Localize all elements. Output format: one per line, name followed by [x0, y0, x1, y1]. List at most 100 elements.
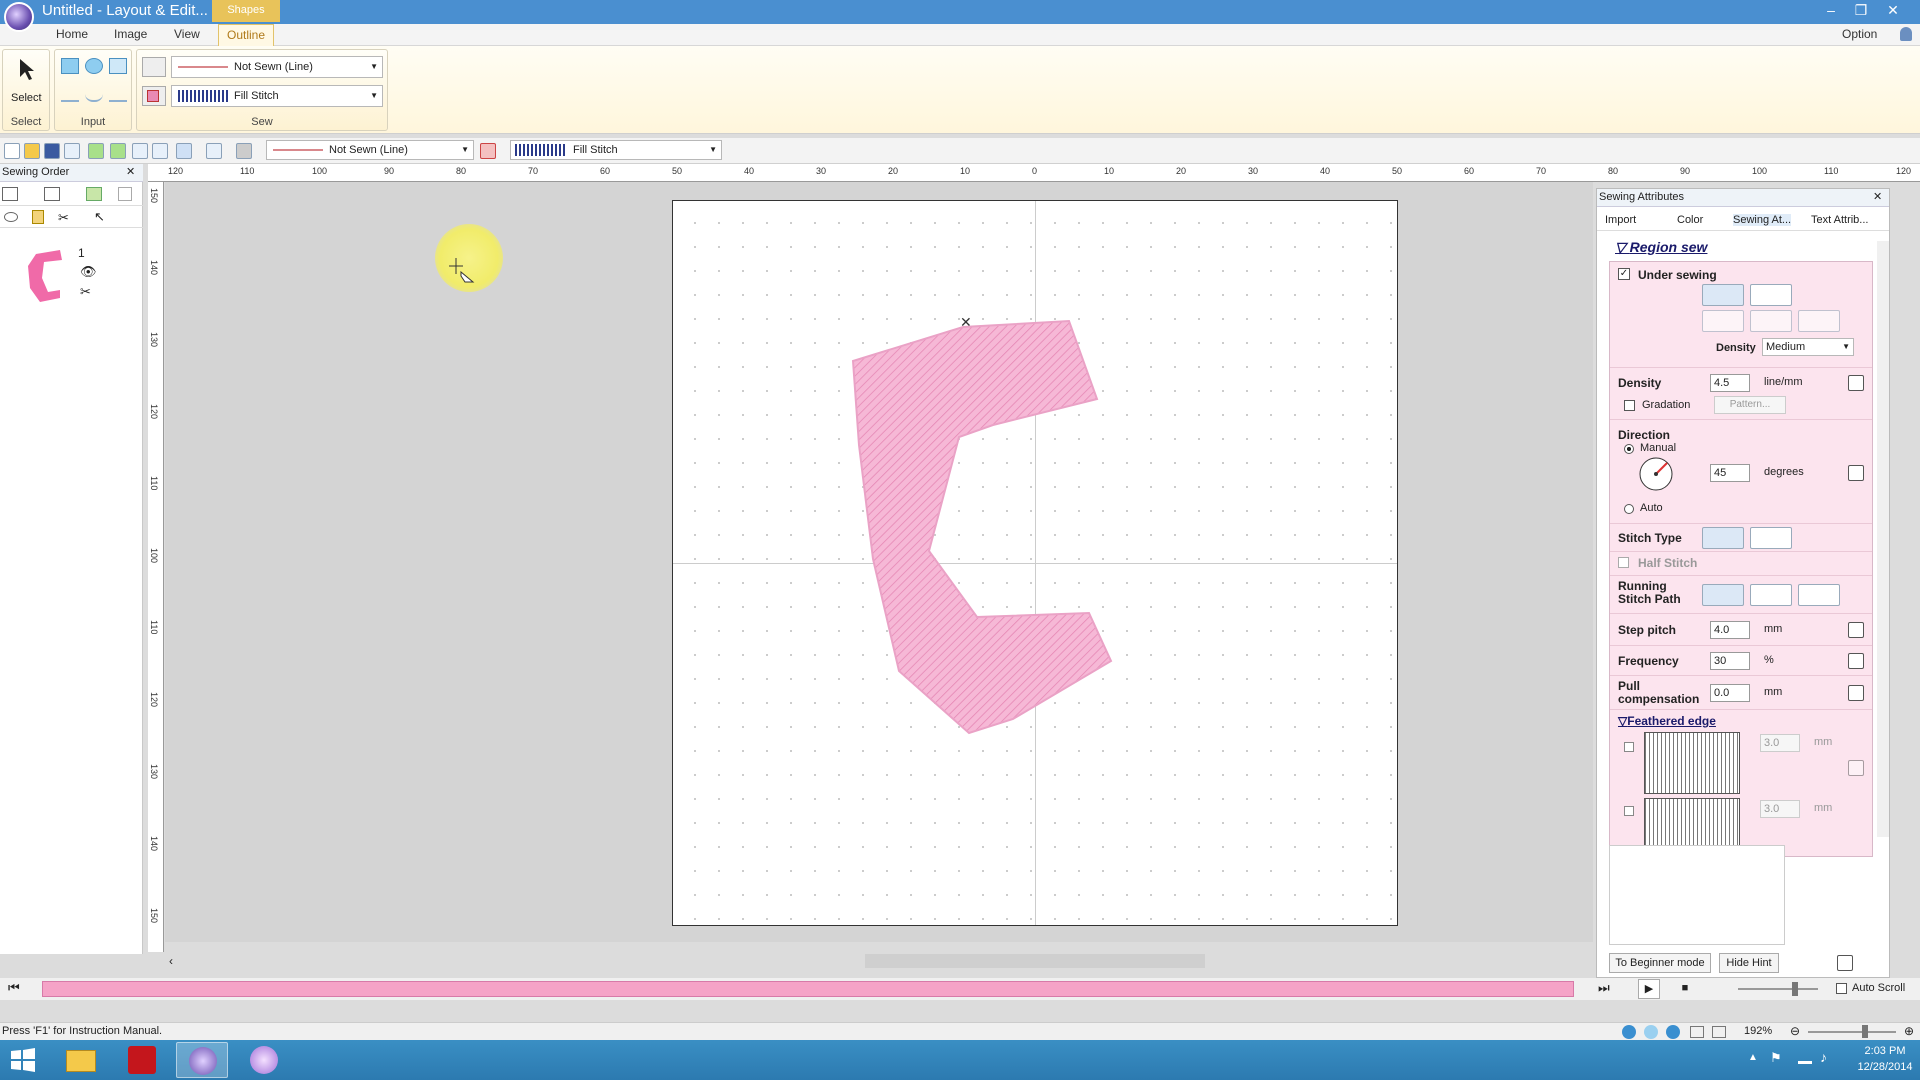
step-pitch-spinner[interactable]: 4.0 [1710, 621, 1750, 639]
shape-rectangle-icon[interactable] [61, 58, 79, 74]
home-default-icon[interactable] [1848, 375, 1864, 391]
speed-slider[interactable] [1738, 988, 1818, 990]
view-mode-2-icon[interactable] [1644, 1025, 1658, 1039]
play-icon[interactable]: ▶ [1638, 979, 1660, 999]
stitch-type-normal-button[interactable] [1702, 527, 1744, 549]
pointer-icon[interactable]: ↖ [94, 209, 105, 225]
undo-icon[interactable] [88, 143, 104, 159]
underlay-edge-button[interactable] [1702, 310, 1744, 332]
horizontal-scrollbar[interactable] [865, 954, 1205, 968]
underlay-density-dropdown[interactable]: Medium ▼ [1762, 338, 1854, 356]
half-stitch-checkbox[interactable] [1618, 557, 1629, 568]
page-icon[interactable] [118, 187, 132, 201]
beginner-mode-button[interactable]: To Beginner mode [1609, 953, 1711, 973]
tab-view[interactable]: View [174, 27, 200, 41]
network-icon[interactable] [1798, 1050, 1812, 1064]
save-icon[interactable] [44, 143, 60, 159]
pull-comp-spinner[interactable]: 0.0 [1710, 684, 1750, 702]
underlay-lines-button[interactable] [1798, 310, 1840, 332]
feather-start-checkbox[interactable] [1624, 742, 1634, 752]
line-color-icon[interactable] [236, 143, 252, 159]
stitch-progress-slider[interactable] [42, 981, 1574, 997]
new-file-icon[interactable] [4, 143, 20, 159]
density-spinner[interactable]: 4.5 [1710, 374, 1750, 392]
zoom-icon[interactable] [64, 143, 80, 159]
windows-start-icon[interactable] [10, 1048, 36, 1072]
zoom-in-icon[interactable]: ⊕ [1904, 1024, 1914, 1038]
path-option-3-button[interactable] [1798, 584, 1840, 606]
home-edit-icon[interactable] [1837, 955, 1853, 971]
start-point-marker-icon[interactable]: ✕ [960, 314, 972, 331]
order-tool-icon[interactable] [2, 187, 18, 201]
taskbar-explorer[interactable] [56, 1042, 108, 1078]
minimize-button[interactable]: – [1816, 0, 1846, 22]
home-default-icon[interactable] [1848, 760, 1864, 776]
view-mode-3-icon[interactable] [1666, 1025, 1680, 1039]
underlay-zigzag2-button[interactable] [1750, 310, 1792, 332]
region-color-button[interactable] [142, 86, 166, 106]
stitch-type-alt-button[interactable] [1750, 527, 1792, 549]
underlay-grid-button[interactable] [1750, 284, 1792, 306]
view-mode-4-icon[interactable] [1690, 1026, 1704, 1038]
close-icon[interactable]: ✕ [126, 165, 135, 178]
path-option-2-button[interactable] [1750, 584, 1792, 606]
line-freehand-icon[interactable] [109, 86, 127, 102]
manual-radio[interactable] [1624, 444, 1634, 454]
shape-tool-icon[interactable] [206, 143, 222, 159]
select-tool-icon[interactable] [176, 143, 192, 159]
scroll-left-icon[interactable]: ‹ [169, 954, 173, 968]
flag-icon[interactable]: ⚑ [1770, 1050, 1782, 1066]
shape-freehand-icon[interactable] [109, 58, 127, 74]
home-default-icon[interactable] [1848, 465, 1864, 481]
redo-icon[interactable] [110, 143, 126, 159]
line-straight-icon[interactable] [61, 86, 79, 102]
direction-spinner[interactable]: 45 [1710, 464, 1750, 482]
path-option-1-button[interactable] [1702, 584, 1744, 606]
auto-radio[interactable] [1624, 504, 1634, 514]
view-mode-5-icon[interactable] [1712, 1026, 1726, 1038]
gradation-checkbox[interactable] [1624, 400, 1635, 411]
line-color-button[interactable] [142, 57, 166, 77]
tab-image[interactable]: Image [114, 27, 147, 41]
scissors-icon[interactable]: ✂ [80, 284, 91, 300]
sewing-order-item[interactable]: 1 👁 ✂ [22, 244, 122, 308]
scissors-icon[interactable]: ✂ [58, 210, 69, 226]
lock-icon[interactable] [32, 210, 44, 224]
tab-outline[interactable]: Outline [218, 24, 274, 46]
open-folder-icon[interactable] [24, 143, 40, 159]
attributes-scrollbar[interactable] [1877, 241, 1889, 837]
grid-icon[interactable] [152, 143, 168, 159]
tab-color[interactable]: Color [1677, 214, 1703, 226]
tab-import[interactable]: Import [1605, 214, 1636, 226]
section-region-sew[interactable]: ▽ Region sew [1615, 239, 1707, 256]
shape-ellipse-icon[interactable] [85, 58, 103, 74]
zoom-slider-thumb[interactable] [1862, 1025, 1868, 1038]
region-sew-type-dropdown[interactable]: Fill Stitch ▼ [171, 85, 383, 107]
feather-start-spinner[interactable]: 3.0 [1760, 734, 1800, 752]
clock-date[interactable]: 12/28/2014 [1854, 1061, 1916, 1073]
group-icon[interactable] [44, 187, 60, 201]
fill-stitch-shape[interactable] [673, 201, 1399, 927]
frequency-spinner[interactable]: 30 [1710, 652, 1750, 670]
fit-page-icon[interactable] [132, 143, 148, 159]
tab-home[interactable]: Home [56, 27, 88, 41]
line-curve-icon[interactable] [85, 86, 103, 102]
auto-scroll-checkbox[interactable] [1836, 983, 1847, 994]
direction-dial-icon[interactable] [1638, 456, 1674, 492]
restore-button[interactable]: ❐ [1846, 0, 1876, 22]
view-mode-icon[interactable] [1622, 1025, 1636, 1039]
taskbar-flower-app[interactable] [238, 1042, 290, 1078]
hide-hint-button[interactable]: Hide Hint [1719, 953, 1779, 973]
app-logo-icon[interactable] [4, 2, 34, 32]
line-sew-type-dropdown[interactable]: Not Sewn (Line) ▼ [171, 56, 383, 78]
home-default-icon[interactable] [1848, 622, 1864, 638]
tab-sewing-attributes[interactable]: Sewing At... [1733, 214, 1792, 226]
close-icon[interactable]: ✕ [1873, 190, 1882, 203]
user-icon[interactable] [1900, 27, 1912, 41]
skip-to-end-icon[interactable]: ⏭ [1598, 980, 1610, 996]
option-menu[interactable]: Option [1842, 27, 1877, 41]
underlay-zigzag-button[interactable] [1702, 284, 1744, 306]
taskbar-layout-edit[interactable] [176, 1042, 228, 1078]
eye-icon[interactable]: 👁 [80, 264, 97, 280]
embroidery-page[interactable]: ✕ [672, 200, 1398, 926]
